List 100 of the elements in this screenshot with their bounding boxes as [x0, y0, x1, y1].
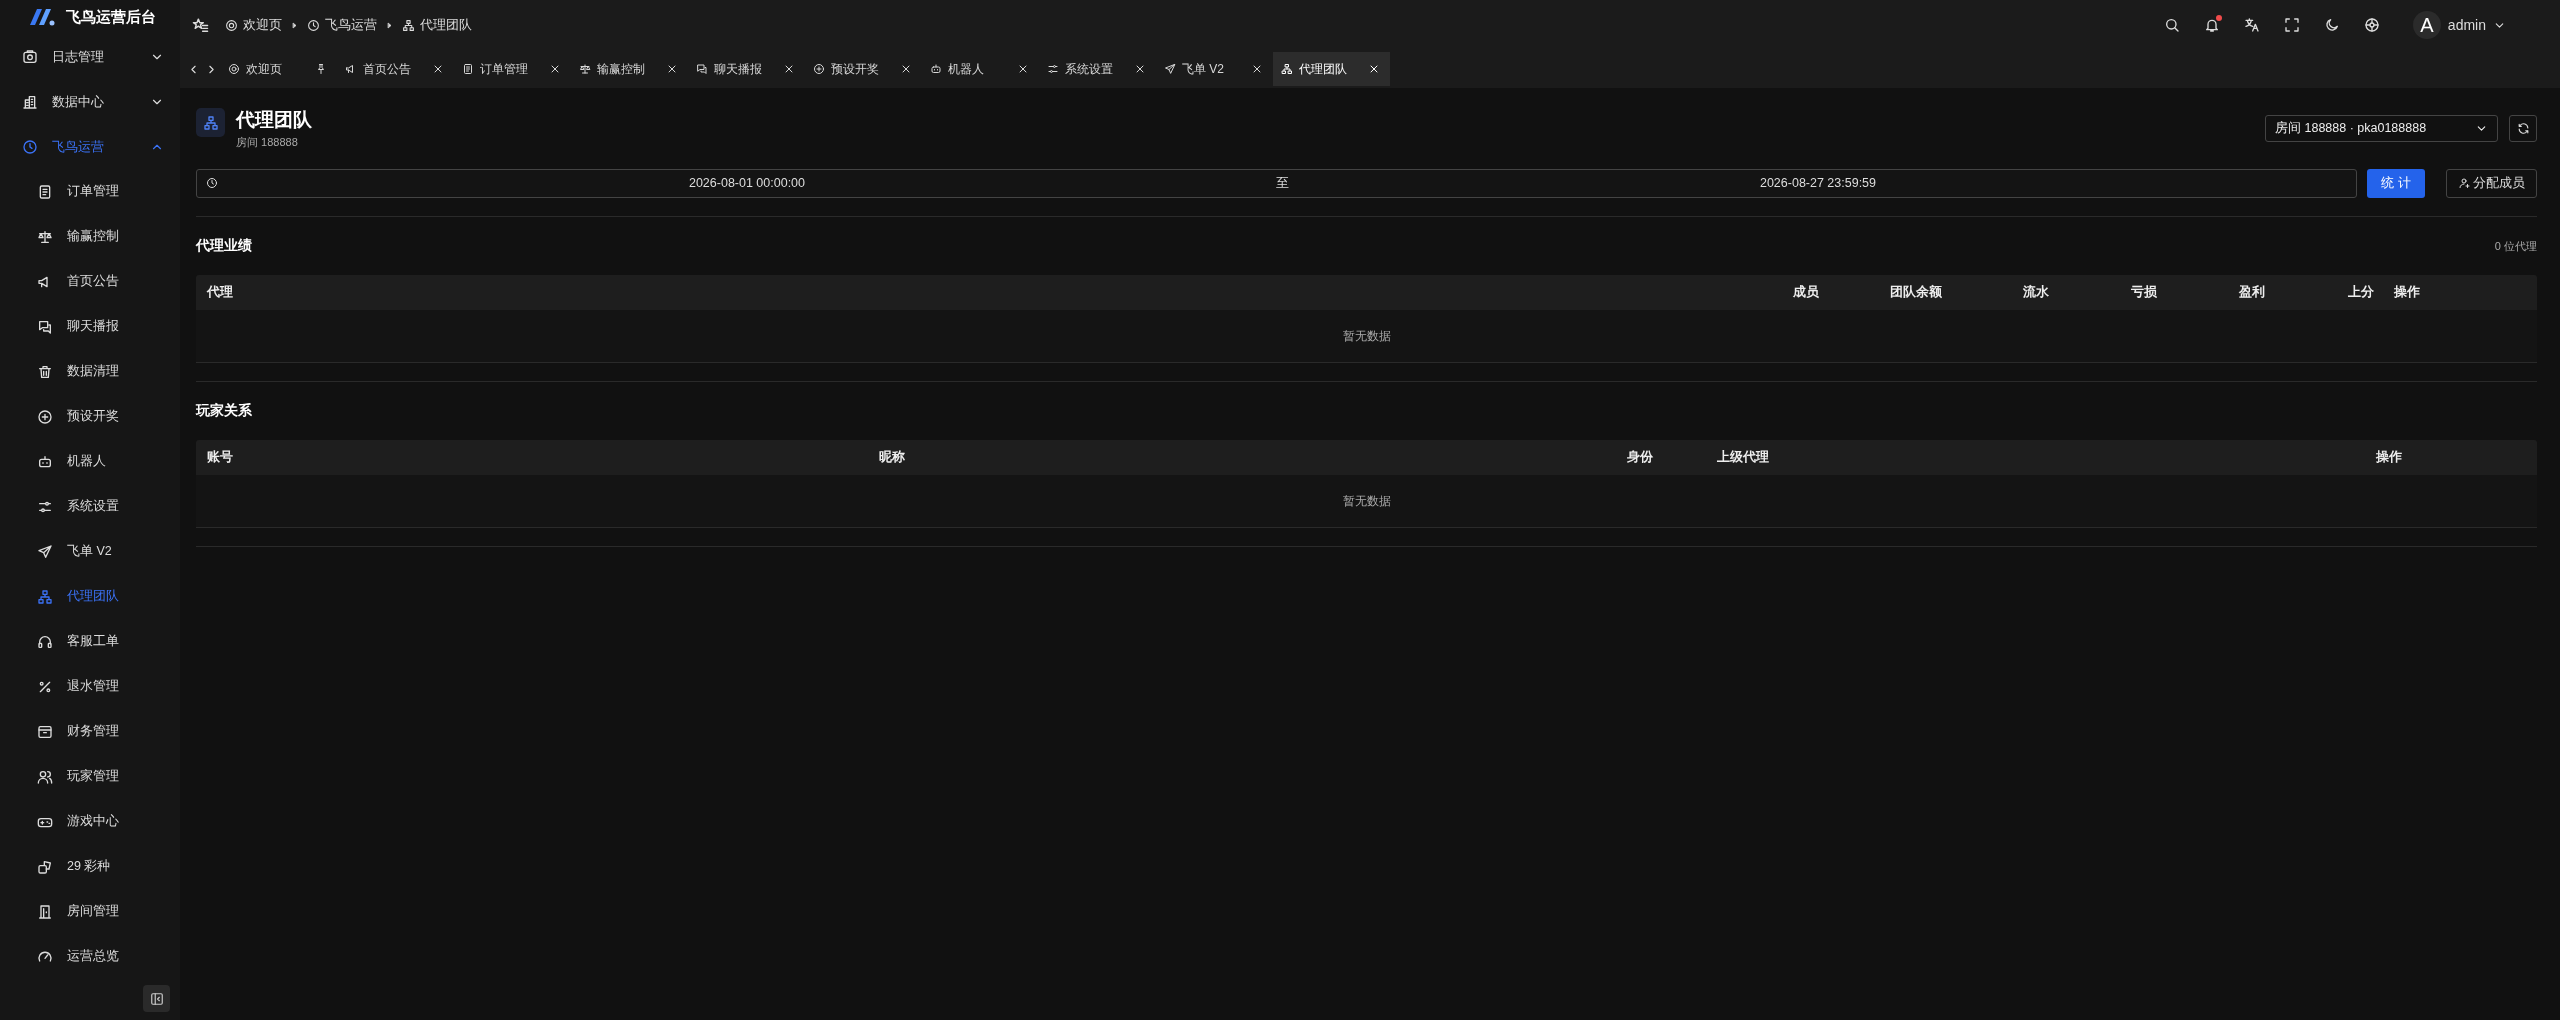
chat-icon: [696, 63, 708, 75]
avatar: A: [2412, 11, 2441, 39]
collapse-sidebar-button[interactable]: [143, 985, 170, 1012]
column-header: 成员: [1792, 284, 1820, 301]
agent-count: 0 位代理: [2494, 238, 2537, 254]
sidebar-item[interactable]: 聊天播报: [0, 304, 180, 349]
breadcrumb-item[interactable]: 欢迎页: [225, 16, 282, 34]
sidebar-item[interactable]: 客服工单: [0, 619, 180, 664]
assign-members-button[interactable]: 分配成员: [2446, 168, 2537, 198]
empty-text: 暂无数据: [1342, 492, 1391, 510]
tab[interactable]: 飞单 V2: [1156, 52, 1273, 86]
sidebar-item[interactable]: 数据清理: [0, 349, 180, 394]
user-name: admin: [2447, 17, 2486, 33]
document-icon: [37, 183, 53, 200]
sidebar-group[interactable]: 日志管理: [0, 34, 180, 79]
page-subtitle: 房间 188888: [236, 134, 299, 150]
users-icon: [37, 768, 53, 785]
settings-button[interactable]: [2362, 16, 2381, 34]
sidebar-group[interactable]: 飞鸟运营: [0, 124, 180, 169]
scale-icon: [37, 228, 53, 245]
column-header: 上分: [2347, 284, 2375, 301]
clock-icon: [307, 18, 320, 32]
column-header: 团队余额: [1889, 284, 1943, 301]
sidebar-item[interactable]: 退水管理: [0, 664, 180, 709]
hierarchy-icon: [37, 588, 53, 605]
breadcrumb-item[interactable]: 代理团队: [402, 16, 472, 34]
tab[interactable]: 首页公告: [337, 52, 454, 86]
robot-icon: [930, 63, 942, 75]
sidebar-group[interactable]: 数据中心: [0, 79, 180, 124]
clock-icon: [206, 177, 218, 189]
column-header: 操作: [2375, 449, 2403, 466]
refresh-button[interactable]: [2509, 114, 2537, 142]
sidebar-item[interactable]: 财务管理: [0, 709, 180, 754]
send-icon: [1164, 63, 1176, 75]
column-header: 亏损: [2130, 284, 2158, 301]
headset-icon: [37, 633, 53, 650]
sidebar-item[interactable]: 机器人: [0, 439, 180, 484]
sidebar-item[interactable]: 飞单 V2: [0, 529, 180, 574]
plus-circle-icon: [37, 408, 53, 425]
hierarchy-icon: [202, 114, 219, 131]
app-title: 飞鸟运营后台: [66, 7, 156, 27]
room-select[interactable]: 房间 188888 · pka0188888: [2265, 114, 2498, 142]
sidebar-item[interactable]: 系统设置: [0, 484, 180, 529]
sidebar-item[interactable]: 玩家管理: [0, 754, 180, 799]
column-header: 流水: [2022, 284, 2050, 301]
tab[interactable]: 预设开奖: [805, 52, 922, 86]
tab[interactable]: 代理团队: [1273, 52, 1390, 86]
collapse-icon: [149, 991, 164, 1006]
tab[interactable]: 输赢控制: [571, 52, 688, 86]
sidebar-item[interactable]: 运营总览: [0, 934, 180, 979]
sidebar-item[interactable]: 订单管理: [0, 169, 180, 214]
user-menu[interactable]: A admin: [2412, 11, 2506, 39]
empty-text: 暂无数据: [1342, 327, 1391, 345]
send-icon: [37, 543, 53, 560]
tab[interactable]: 机器人: [922, 52, 1039, 86]
tab[interactable]: 聊天播报: [688, 52, 805, 86]
tab[interactable]: 欢迎页: [220, 52, 337, 86]
column-header: 上级代理: [1716, 449, 1770, 466]
sidebar-item[interactable]: 29 彩种: [0, 844, 180, 889]
caret-icon: [290, 20, 299, 30]
moon-icon: [2323, 17, 2340, 33]
clock-icon: [22, 138, 38, 155]
trash-icon: [37, 363, 53, 380]
sidebar-item[interactable]: 房间管理: [0, 889, 180, 934]
sidebar-item[interactable]: 预设开奖: [0, 394, 180, 439]
camera-icon: [22, 48, 38, 65]
tab[interactable]: 系统设置: [1039, 52, 1156, 86]
door-icon: [37, 903, 53, 920]
sidebar-item[interactable]: 输赢控制: [0, 214, 180, 259]
column-header: 身份: [1626, 449, 1654, 466]
caret-icon: [385, 20, 394, 30]
breadcrumb-item[interactable]: 飞鸟运营: [307, 16, 377, 34]
plus-circle-icon: [813, 63, 825, 75]
document-icon: [462, 63, 474, 75]
dice-icon: [37, 858, 53, 875]
sidebar-item[interactable]: 代理团队: [0, 574, 180, 619]
page-title: 代理团队: [236, 107, 313, 132]
bell-icon: [2203, 17, 2220, 33]
sliders-icon: [1047, 63, 1059, 75]
sidebar-item[interactable]: 游戏中心: [0, 799, 180, 844]
column-header: 盈利: [2238, 284, 2266, 301]
column-header: 账号: [206, 449, 234, 466]
sidebar-item[interactable]: 首页公告: [0, 259, 180, 304]
refresh-icon: [2516, 121, 2530, 135]
tab[interactable]: 订单管理: [454, 52, 571, 86]
fullscreen-button[interactable]: [2282, 16, 2301, 34]
archive-icon: [37, 723, 53, 740]
settings-icon: [2363, 17, 2380, 33]
translate-icon: [2243, 17, 2260, 33]
favorites-icon: [192, 16, 209, 34]
statistics-button[interactable]: 统 计: [2367, 168, 2425, 198]
column-header: 昵称: [878, 449, 906, 466]
hierarchy-icon: [402, 18, 415, 32]
robot-icon: [37, 453, 53, 470]
chat-icon: [37, 318, 53, 335]
user-add-icon: [2458, 177, 2470, 189]
fullscreen-icon: [2283, 17, 2300, 33]
translate-button[interactable]: [2242, 16, 2261, 34]
search-icon: [2163, 17, 2180, 33]
date-range-field[interactable]: 2026-08-01 00:00:00 至 2026-08-27 23:59:59: [196, 168, 2357, 198]
